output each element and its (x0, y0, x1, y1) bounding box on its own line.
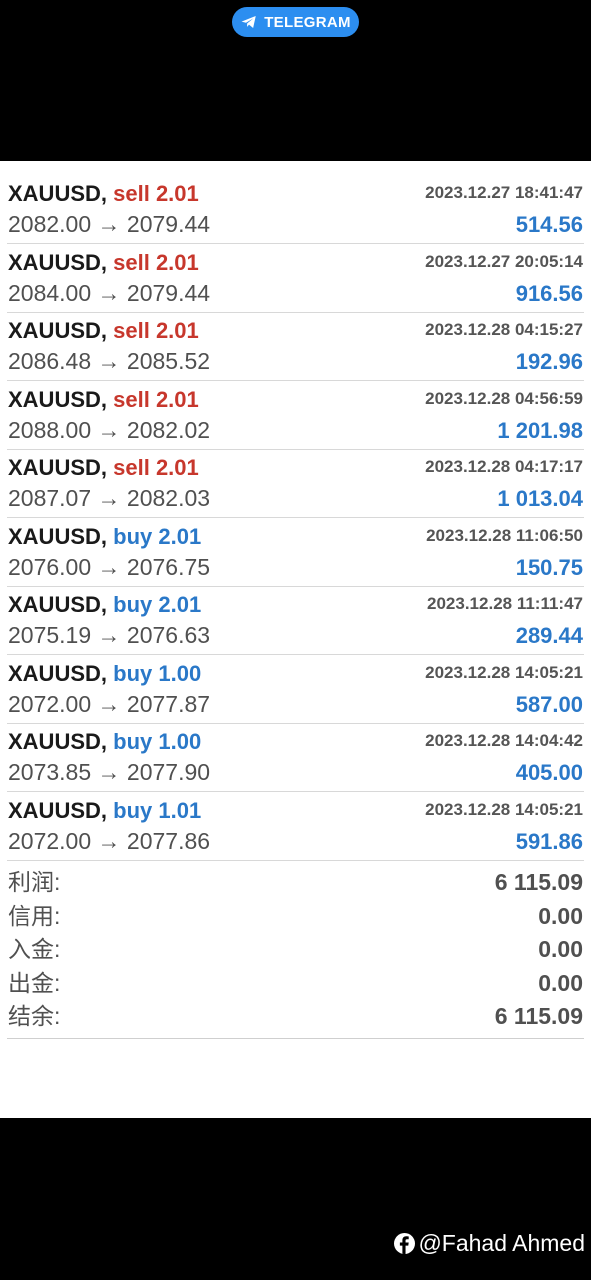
trade-header: XAUUSD, buy 1.00 (8, 661, 201, 687)
trade-prices: 2076.00 → 2076.75 (8, 553, 211, 580)
summary-row-profit: 利润: 6 115.09 (7, 866, 584, 900)
trade-symbol: XAUUSD, (8, 386, 108, 412)
trade-row[interactable]: XAUUSD, sell 2.01 2023.12.27 20:05:14 2084… (7, 244, 584, 313)
trade-side-volume: sell 2.01 (113, 455, 199, 480)
trade-profit: 405.00 (515, 760, 583, 785)
trade-side-volume: buy 1.01 (113, 797, 202, 823)
trade-symbol: XAUUSD, (8, 181, 108, 206)
summary-label: 利润: (8, 869, 61, 895)
trade-row[interactable]: XAUUSD, buy 2.01 2023.12.28 11:11:47 2075.… (7, 586, 584, 655)
trade-profit: 192.96 (515, 349, 583, 374)
credit-handle: @Fahad Ahmed (418, 1229, 585, 1256)
summary-label: 出金: (8, 969, 61, 996)
trade-profit: 514.56 (515, 212, 583, 237)
trade-side-volume: sell 2.01 (113, 181, 199, 206)
trade-side-volume: sell 2.01 (113, 249, 199, 275)
trade-prices: 2088.00 → 2082.02 (8, 416, 211, 443)
summary-value: 6 115.09 (494, 1003, 583, 1029)
trade-prices: 2087.07 → 2082.03 (8, 485, 211, 511)
trade-row[interactable]: XAUUSD, buy 1.01 2023.12.28 14:05:21 2072.… (7, 792, 584, 861)
summary-value: 0.00 (538, 969, 583, 996)
trade-row[interactable]: XAUUSD, sell 2.01 2023.12.28 04:17:17 2087… (7, 449, 584, 518)
trade-row[interactable]: XAUUSD, buy 2.01 2023.12.28 11:06:50 2076.… (7, 518, 584, 587)
summary-row-credit: 信用: 0.00 (7, 900, 584, 934)
trade-symbol: XAUUSD, (8, 592, 108, 617)
trade-profit: 150.75 (515, 554, 583, 580)
trade-side-volume: sell 2.01 (113, 318, 199, 343)
trade-row[interactable]: XAUUSD, sell 2.01 2023.12.28 04:15:27 2086… (7, 312, 584, 381)
trade-time: 2023.12.28 14:05:21 (425, 799, 583, 819)
trade-time: 2023.12.28 11:11:47 (427, 594, 583, 613)
summary-row-balance: 结余: 6 115.09 (7, 1000, 584, 1034)
summary-block: 利润: 6 115.09 信用: 0.00 入金: 0.00 出金: 0.00 … (7, 866, 584, 1034)
trade-time: 2023.12.28 11:06:50 (426, 525, 583, 545)
trade-header: XAUUSD, buy 2.01 (8, 524, 201, 550)
trade-symbol: XAUUSD, (8, 318, 108, 343)
watermark-credit: @Fahad Ahmed (394, 1227, 585, 1259)
telegram-plane-icon (241, 16, 256, 28)
trade-profit: 587.00 (515, 691, 583, 717)
trade-profit: 591.86 (515, 828, 583, 854)
history-panel: XAUUSD, sell 2.01 2023.12.27 18:41:47 2082… (0, 161, 591, 1118)
trade-time: 2023.12.28 04:17:17 (425, 457, 583, 476)
trade-header: XAUUSD, sell 2.01 (8, 318, 199, 344)
trade-time: 2023.12.28 04:15:27 (425, 320, 583, 339)
trade-symbol: XAUUSD, (8, 523, 108, 549)
trade-header: XAUUSD, sell 2.01 (8, 181, 199, 207)
summary-value: 0.00 (538, 936, 583, 962)
trade-header: XAUUSD, sell 2.01 (8, 250, 199, 276)
trade-header: XAUUSD, sell 2.01 (8, 387, 199, 413)
summary-label: 信用: (8, 902, 61, 929)
trade-time: 2023.12.27 20:05:14 (425, 251, 583, 271)
trade-side-volume: buy 2.01 (113, 592, 202, 617)
summary-row-deposit: 入金: 0.00 (7, 933, 584, 967)
trade-prices: 2072.00 → 2077.86 (8, 827, 211, 854)
trade-row[interactable]: XAUUSD, buy 1.00 2023.12.28 14:05:21 2072.… (7, 655, 584, 724)
summary-label: 结余: (8, 1003, 61, 1029)
trade-symbol: XAUUSD, (8, 797, 108, 823)
summary-row-withdrawal: 出金: 0.00 (7, 967, 584, 1001)
trade-prices: 2072.00 → 2077.87 (8, 690, 211, 717)
trade-row[interactable]: XAUUSD, sell 2.01 2023.12.27 18:41:47 2082… (7, 175, 584, 244)
trade-time: 2023.12.27 18:41:47 (425, 183, 583, 202)
trade-side-volume: sell 2.01 (113, 386, 199, 412)
trade-profit: 916.56 (515, 280, 583, 306)
trade-symbol: XAUUSD, (8, 660, 108, 686)
trade-time: 2023.12.28 14:04:42 (425, 731, 583, 750)
trade-prices: 2073.85 → 2077.90 (8, 759, 211, 785)
trade-prices: 2075.19 → 2076.63 (8, 622, 211, 648)
trade-header: XAUUSD, buy 1.01 (8, 798, 201, 824)
trade-time: 2023.12.28 14:05:21 (425, 662, 583, 682)
summary-value: 6 115.09 (494, 869, 583, 895)
trade-header: XAUUSD, sell 2.01 (8, 455, 199, 481)
trade-prices: 2082.00 → 2079.44 (8, 211, 211, 237)
trade-side-volume: buy 1.00 (113, 729, 202, 754)
trade-row[interactable]: XAUUSD, sell 2.01 2023.12.28 04:56:59 2088… (7, 381, 584, 450)
summary-divider (7, 1038, 584, 1039)
trade-time: 2023.12.28 04:56:59 (425, 388, 583, 408)
trade-row[interactable]: XAUUSD, buy 1.00 2023.12.28 14:04:42 2073.… (7, 723, 584, 792)
trade-symbol: XAUUSD, (8, 249, 108, 275)
trade-profit: 1 201.98 (497, 417, 583, 443)
trade-header: XAUUSD, buy 1.00 (8, 729, 201, 755)
trade-prices: 2084.00 → 2079.44 (8, 279, 211, 306)
trade-symbol: XAUUSD, (8, 729, 108, 754)
summary-value: 0.00 (538, 902, 583, 929)
summary-label: 入金: (8, 936, 61, 962)
trade-prices: 2086.48 → 2085.52 (8, 348, 211, 374)
trade-profit: 289.44 (515, 623, 583, 648)
telegram-badge[interactable]: TELEGRAM (232, 7, 359, 37)
trade-side-volume: buy 1.00 (113, 660, 202, 686)
trade-symbol: XAUUSD, (8, 455, 108, 480)
facebook-icon (394, 1232, 416, 1254)
trade-side-volume: buy 2.01 (113, 523, 202, 549)
trade-header: XAUUSD, buy 2.01 (8, 592, 201, 618)
trade-profit: 1 013.04 (497, 486, 583, 511)
telegram-label: TELEGRAM (264, 13, 351, 31)
